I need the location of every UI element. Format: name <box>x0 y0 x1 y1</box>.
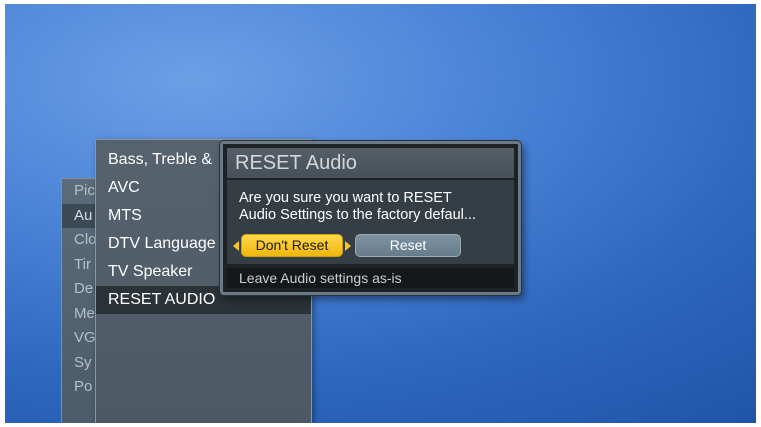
reset-audio-dialog: RESET Audio Are you sure you want to RES… <box>220 141 521 295</box>
dialog-message-line-1: Are you sure you want to RESET <box>239 190 452 206</box>
right-arrow-icon <box>345 241 351 251</box>
dialog-message-line-2: Audio Settings to the factory defaul... <box>239 207 476 223</box>
tv-screen: Pic Au Clo Tir De Me VG Sy Po Bass, Treb… <box>5 4 756 423</box>
dont-reset-button[interactable]: Don't Reset <box>241 234 343 257</box>
dialog-body: Are you sure you want to RESET Audio Set… <box>227 180 514 264</box>
reset-button[interactable]: Reset <box>355 234 461 257</box>
dialog-hint: Leave Audio settings as-is <box>227 268 514 288</box>
dialog-message: Are you sure you want to RESET Audio Set… <box>239 190 509 224</box>
dialog-title: RESET Audio <box>227 148 514 178</box>
left-arrow-icon <box>233 241 239 251</box>
